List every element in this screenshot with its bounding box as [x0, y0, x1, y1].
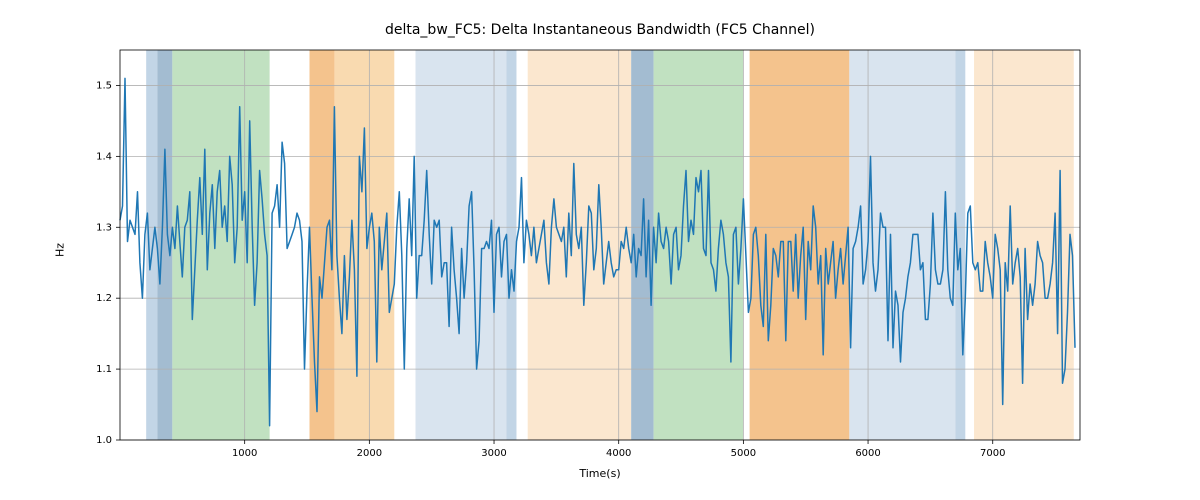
y-tick-label: 1.0	[96, 435, 112, 446]
background-band	[849, 50, 955, 440]
x-tick-label: 5000	[731, 448, 756, 459]
x-tick-label: 1000	[232, 448, 257, 459]
chart-container: delta_bw_FC5: Delta Instantaneous Bandwi…	[0, 0, 1200, 500]
background-band	[750, 50, 850, 440]
x-tick-label: 4000	[606, 448, 631, 459]
x-tick-label: 6000	[855, 448, 880, 459]
y-tick-label: 1.1	[96, 364, 112, 375]
y-tick-label: 1.4	[96, 151, 112, 162]
background-band	[654, 50, 744, 440]
background-band	[506, 50, 516, 440]
x-tick-label: 3000	[481, 448, 506, 459]
x-axis: 1000 2000 3000 4000 5000 6000 7000	[232, 440, 1006, 459]
background-band	[334, 50, 394, 440]
y-tick-label: 1.2	[96, 293, 112, 304]
x-tick-label: 7000	[980, 448, 1005, 459]
y-tick-label: 1.3	[96, 222, 112, 233]
background-band	[146, 50, 157, 440]
y-axis: 1.0 1.1 1.2 1.3 1.4 1.5	[96, 80, 120, 446]
background-band	[172, 50, 269, 440]
x-tick-label: 2000	[357, 448, 382, 459]
y-tick-label: 1.5	[96, 80, 112, 91]
chart-svg: 1000 2000 3000 4000 5000 6000 7000 1.0 1.1 1.2 1.3…	[0, 0, 1200, 500]
